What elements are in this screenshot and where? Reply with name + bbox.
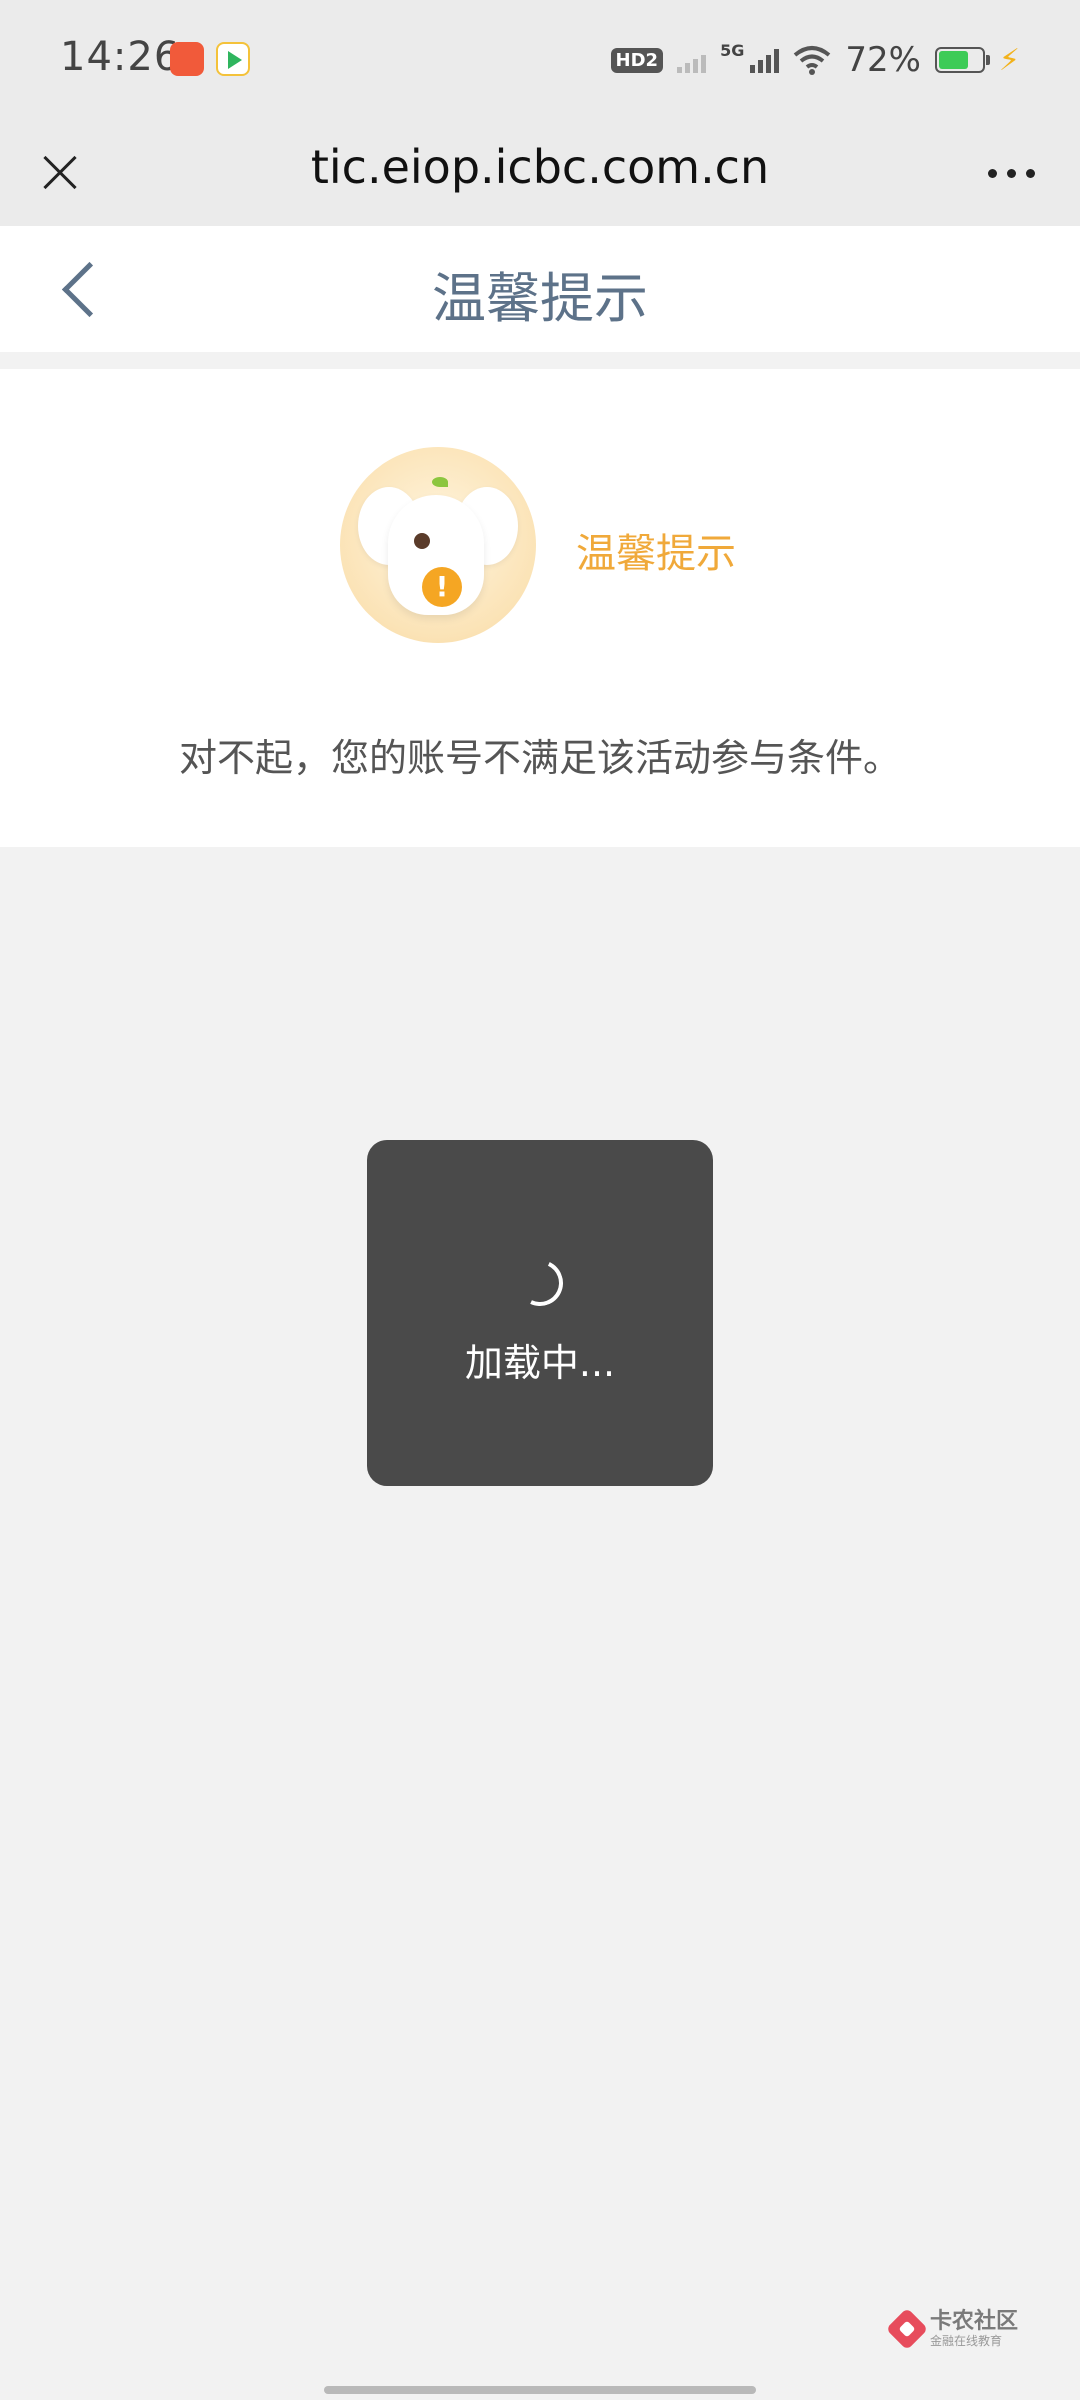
page-header: 温馨提示 — [0, 226, 1080, 352]
elephant-mascot-icon: ! — [340, 447, 536, 643]
signal-icon-sim1 — [677, 47, 707, 73]
status-indicators: HD2 5G 72% ⚡ — [610, 38, 1020, 82]
network-type-label: 5G — [720, 40, 745, 60]
app-notification-icon — [170, 42, 204, 76]
tip-message: 对不起，您的账号不满足该活动参与条件。 — [178, 736, 901, 780]
hd-voice-icon: HD2 — [610, 47, 664, 73]
battery-icon — [934, 47, 990, 73]
watermark: 卡农社区 金融在线教育 — [885, 2307, 1018, 2351]
battery-percent: 72% — [845, 40, 921, 80]
browser-toolbar: tic.eiop.icbc.com.cn — [0, 118, 1080, 226]
page-url: tic.eiop.icbc.com.cn — [310, 140, 770, 194]
spinner-icon — [510, 1253, 570, 1313]
wifi-icon — [794, 46, 831, 75]
watermark-subtitle: 金融在线教育 — [929, 2334, 1002, 2348]
watermark-title: 卡农社区 — [929, 2309, 1018, 2334]
loading-toast: 加载中... — [367, 1140, 713, 1486]
status-time: 14:26 — [60, 34, 181, 80]
signal-icon-sim2 — [750, 47, 780, 73]
home-indicator[interactable] — [324, 2386, 756, 2394]
video-app-icon — [216, 42, 250, 76]
status-bar: 14:26 HD2 5G 72% ⚡ — [0, 0, 1080, 118]
tip-card: ! 温馨提示 对不起，您的账号不满足该活动参与条件。 — [0, 369, 1080, 847]
more-icon[interactable] — [976, 148, 1046, 198]
charging-icon: ⚡ — [998, 42, 1020, 78]
tip-heading: 温馨提示 — [576, 531, 736, 577]
page-title: 温馨提示 — [432, 267, 648, 330]
loading-text: 加载中... — [464, 1341, 616, 1385]
kanong-logo-icon — [885, 2307, 929, 2351]
